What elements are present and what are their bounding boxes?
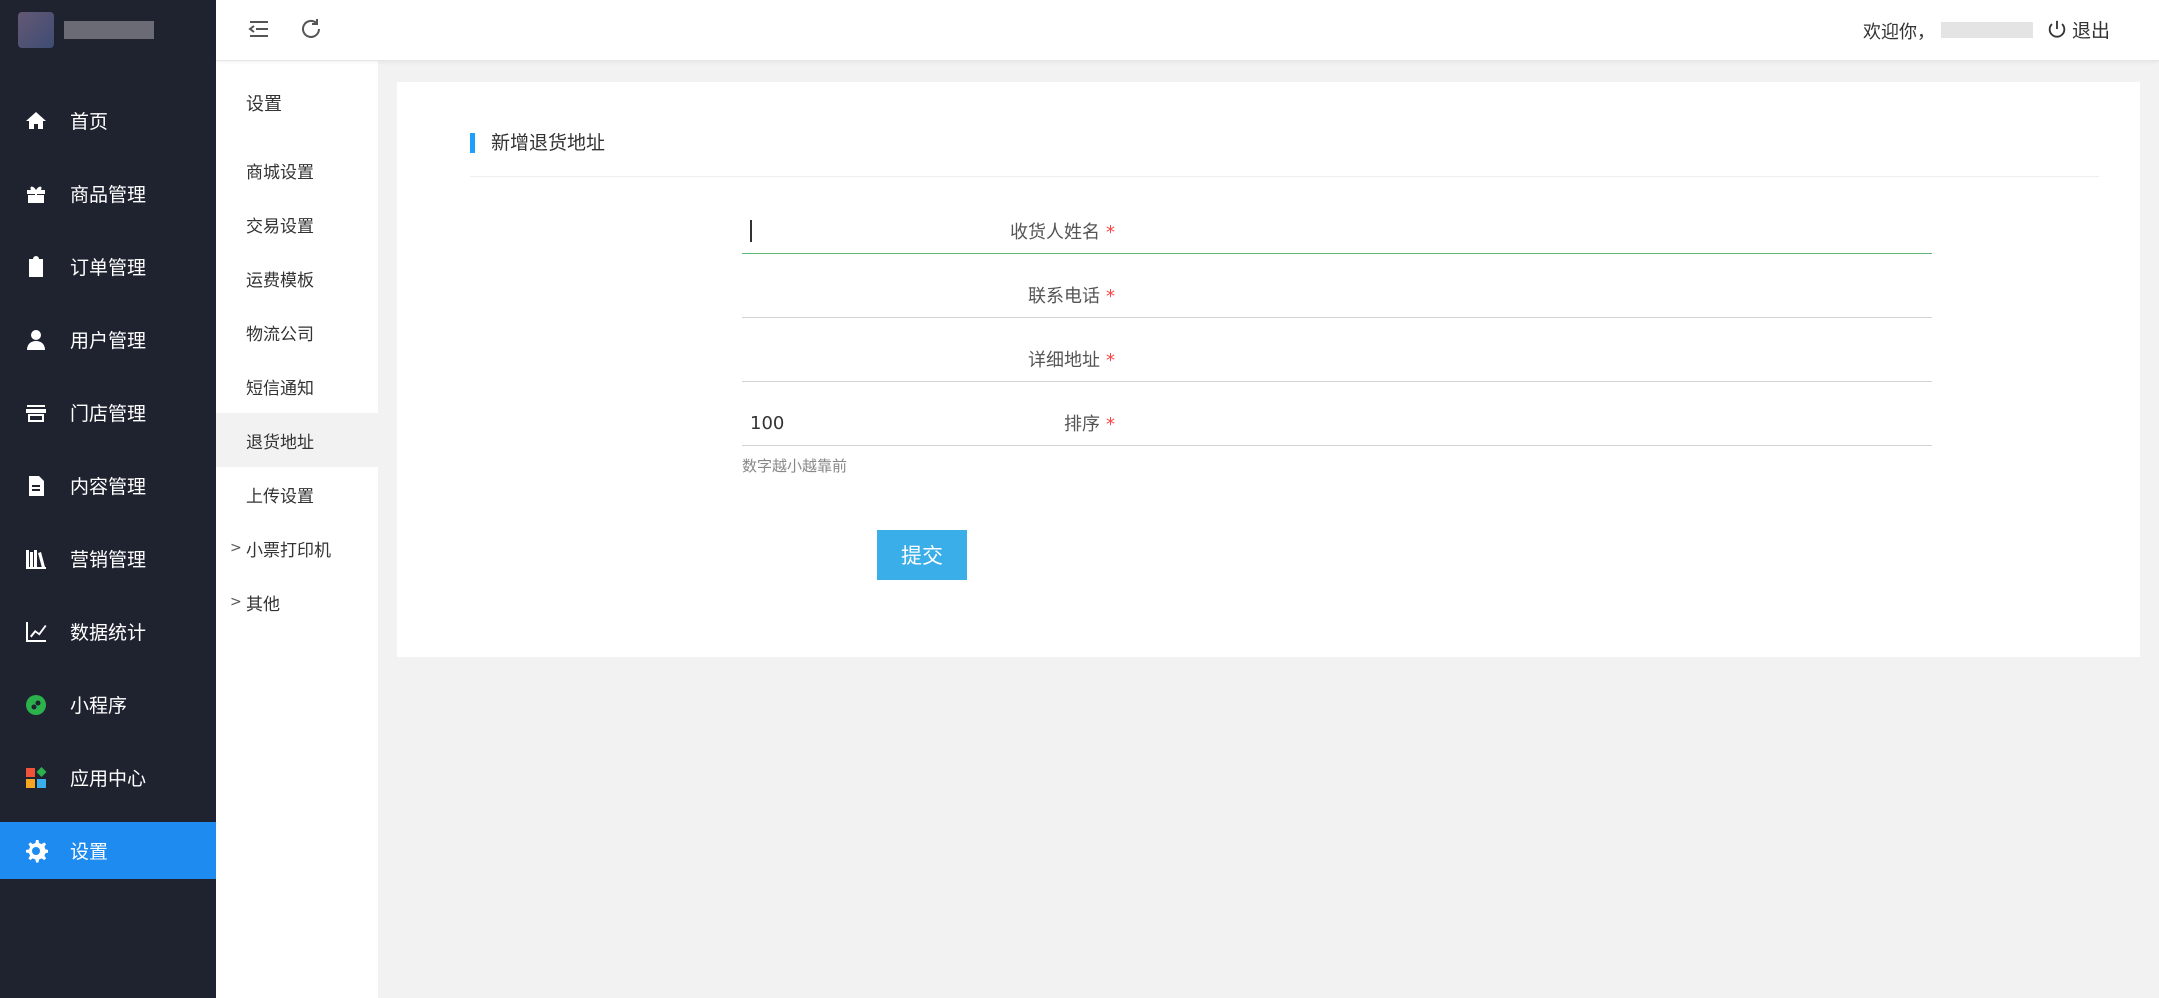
text-caret xyxy=(750,220,752,242)
phone-input[interactable] xyxy=(742,274,1932,318)
subnav-item-logistics[interactable]: 物流公司 xyxy=(216,305,378,359)
refresh-icon[interactable] xyxy=(298,16,324,42)
sidebar-item-label: 用户管理 xyxy=(70,330,147,352)
subnav-item-label: 物流公司 xyxy=(246,324,314,345)
subnav-item-label: 退货地址 xyxy=(246,432,314,453)
sidebar-item-label: 首页 xyxy=(70,111,109,133)
clipboard-icon xyxy=(24,255,48,279)
subnav-item-label: 短信通知 xyxy=(246,378,314,399)
page-title: 新增退货地址 xyxy=(470,133,605,153)
sidebar-item-label: 营销管理 xyxy=(70,549,147,571)
user-icon xyxy=(24,328,48,352)
subnav-item-mall[interactable]: 商城设置 xyxy=(216,143,378,197)
gear-icon xyxy=(24,839,48,863)
subnav-item-upload[interactable]: 上传设置 xyxy=(216,467,378,521)
subnav-list: 商城设置 交易设置 运费模板 物流公司 短信通知 退货地址 上传设置 > 小票打印… xyxy=(216,143,378,629)
sidebar-item-label: 数据统计 xyxy=(70,622,147,644)
logo-mark xyxy=(18,12,54,48)
home-icon xyxy=(24,109,48,133)
settings-subnav: 设置 商城设置 交易设置 运费模板 物流公司 短信通知 退货地址 上传设置 > 小… xyxy=(216,0,378,998)
chevron-right-icon: > xyxy=(230,540,242,556)
subnav-item-label: 交易设置 xyxy=(246,216,314,237)
main-sidebar: 首页 商品管理 订单管理 用户管理 门店管理 内容管理 营销管理 数据统计 小程… xyxy=(0,0,216,998)
form-row-phone: 联系电话 * xyxy=(397,274,2140,330)
submit-button[interactable]: 提交 xyxy=(877,530,967,580)
sidebar-item-apps[interactable]: 应用中心 xyxy=(0,741,216,814)
sidebar-item-label: 设置 xyxy=(70,841,109,863)
subnav-item-return-address[interactable]: 退货地址 xyxy=(216,413,378,467)
subnav-item-label: 上传设置 xyxy=(246,486,314,507)
username[interactable] xyxy=(1941,22,2033,38)
sort-input[interactable] xyxy=(742,402,1932,446)
address-input[interactable] xyxy=(742,338,1932,382)
sidebar-menu: 首页 商品管理 订单管理 用户管理 门店管理 内容管理 营销管理 数据统计 小程… xyxy=(0,84,216,879)
books-icon xyxy=(24,547,48,571)
subnav-item-label: 小票打印机 xyxy=(246,540,331,561)
sidebar-item-statistics[interactable]: 数据统计 xyxy=(0,595,216,668)
form-row-consignee: 收货人姓名 * xyxy=(397,210,2140,266)
sidebar-item-orders[interactable]: 订单管理 xyxy=(0,230,216,303)
miniprogram-icon xyxy=(24,693,48,717)
subnav-item-other[interactable]: > 其他 xyxy=(216,575,378,629)
sidebar-item-goods[interactable]: 商品管理 xyxy=(0,157,216,230)
document-icon xyxy=(24,474,48,498)
logout-button[interactable]: 退出 xyxy=(2046,16,2110,43)
sidebar-item-label: 小程序 xyxy=(70,695,128,717)
subnav-title: 设置 xyxy=(246,94,282,115)
store-icon xyxy=(24,401,48,425)
top-bar: 欢迎你， 退出 xyxy=(216,0,2159,61)
sidebar-item-settings[interactable]: 设置 xyxy=(0,822,216,879)
logout-label: 退出 xyxy=(2072,20,2111,42)
sidebar-item-label: 订单管理 xyxy=(70,257,147,279)
form-row-address: 详细地址 * xyxy=(397,338,2140,394)
subnav-item-sms[interactable]: 短信通知 xyxy=(216,359,378,413)
subnav-item-trade[interactable]: 交易设置 xyxy=(216,197,378,251)
sidebar-item-content[interactable]: 内容管理 xyxy=(0,449,216,522)
gift-icon xyxy=(24,182,48,206)
form-row-sort: 排序 * xyxy=(397,402,2140,458)
subnav-item-label: 其他 xyxy=(246,594,280,615)
sidebar-item-home[interactable]: 首页 xyxy=(0,84,216,157)
logo-text xyxy=(64,21,154,39)
sidebar-item-marketing[interactable]: 营销管理 xyxy=(0,522,216,595)
subnav-item-label: 运费模板 xyxy=(246,270,314,291)
subnav-item-freight[interactable]: 运费模板 xyxy=(216,251,378,305)
chart-line-icon xyxy=(24,620,48,644)
consignee-name-input[interactable] xyxy=(742,210,1932,254)
card-header: 新增退货地址 xyxy=(470,133,2099,177)
sidebar-item-label: 内容管理 xyxy=(70,476,147,498)
welcome-text: 欢迎你， xyxy=(1863,22,1935,43)
power-icon xyxy=(2048,20,2066,38)
subnav-item-label: 商城设置 xyxy=(246,162,314,183)
sidebar-item-label: 商品管理 xyxy=(70,184,147,206)
sidebar-item-users[interactable]: 用户管理 xyxy=(0,303,216,376)
chevron-right-icon: > xyxy=(230,594,242,610)
sidebar-item-miniprogram[interactable]: 小程序 xyxy=(0,668,216,741)
sidebar-item-label: 门店管理 xyxy=(70,403,147,425)
sidebar-item-stores[interactable]: 门店管理 xyxy=(0,376,216,449)
form-card: 新增退货地址 收货人姓名* 联系电话* 详细地址* 排序* 数字越小越靠前 提交 xyxy=(397,82,2140,657)
sidebar-item-label: 应用中心 xyxy=(70,768,147,790)
collapse-menu-icon[interactable] xyxy=(246,16,272,42)
apps-icon xyxy=(24,766,48,790)
subnav-item-printer[interactable]: > 小票打印机 xyxy=(216,521,378,575)
sort-hint: 数字越小越靠前 xyxy=(742,457,848,475)
logo[interactable] xyxy=(0,0,216,60)
